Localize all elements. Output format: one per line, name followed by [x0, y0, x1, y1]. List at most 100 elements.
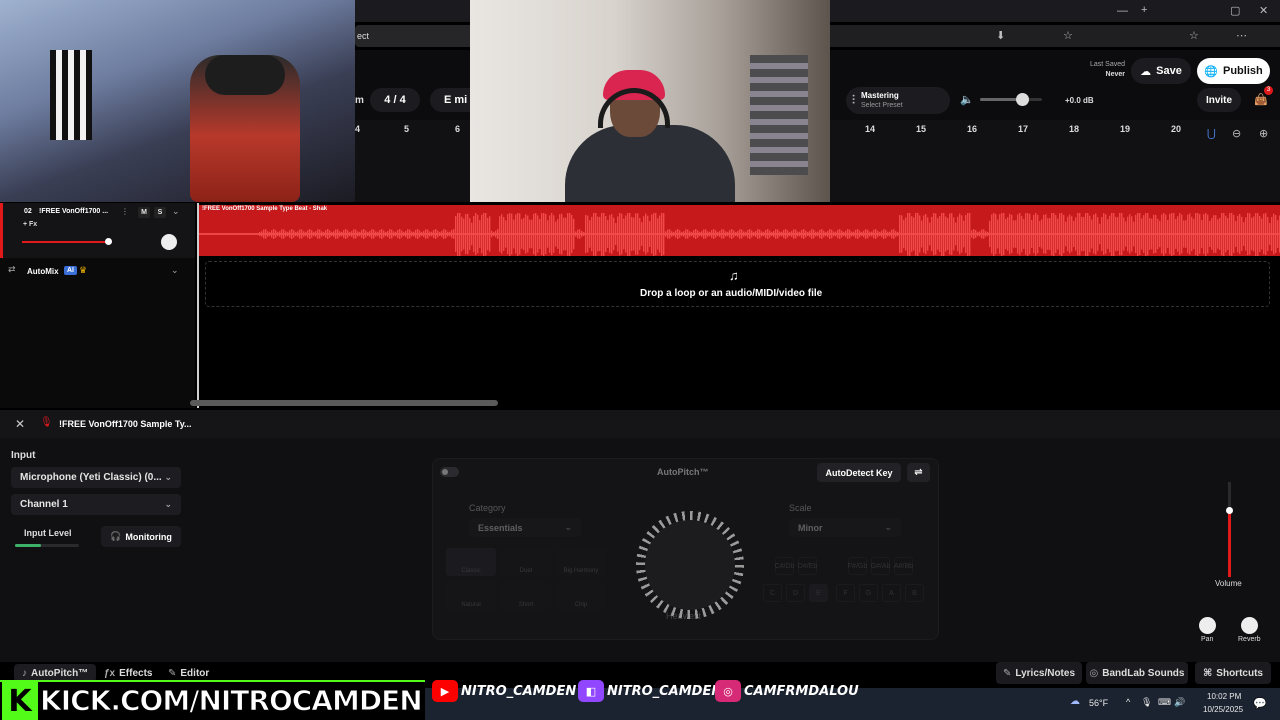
clock-time[interactable]: 10:02 PM — [1207, 692, 1241, 701]
chevron-down-icon: ⌄ — [564, 522, 572, 532]
autopitch-settings-icon[interactable]: ⇌ — [907, 463, 930, 482]
playhead[interactable] — [197, 203, 199, 408]
webcam-streamer-view — [470, 0, 830, 202]
browser-tab-strip-left — [355, 0, 470, 22]
key-a[interactable]: A — [882, 584, 901, 602]
key-c[interactable]: C — [763, 584, 782, 602]
save-button[interactable]: ☁ Save — [1131, 58, 1191, 84]
monitoring-button[interactable]: 🎧 Monitoring — [101, 526, 181, 547]
automix-chevron-icon[interactable]: ⌄ — [171, 265, 179, 276]
key-g[interactable]: G — [859, 584, 878, 602]
favorites-icon[interactable]: ☆ — [1189, 30, 1199, 42]
master-volume-thumb[interactable] — [1016, 93, 1029, 106]
pan-knob[interactable] — [1199, 617, 1216, 634]
style-natural[interactable]: Natural — [446, 582, 496, 610]
horizontal-scrollbar[interactable] — [190, 400, 498, 406]
network-icon[interactable]: ⌨ — [1158, 697, 1171, 708]
zoom-in-icon[interactable]: ⊕ — [1259, 128, 1268, 140]
download-icon[interactable]: ⬇ — [996, 30, 1005, 42]
autodetect-key-button[interactable]: AutoDetect Key — [817, 463, 901, 482]
key-c-sharp[interactable]: C#/Db — [775, 557, 794, 575]
style-duet[interactable]: Duet — [501, 548, 551, 576]
knob-center — [645, 520, 735, 610]
weather-cloud-icon: ☁ — [1070, 696, 1080, 707]
mastering-button[interactable]: ⫶ Mastering Select Preset — [846, 87, 950, 114]
solo-button[interactable]: S — [154, 207, 166, 218]
last-saved-label: Last Saved — [1089, 61, 1125, 68]
more-menu-icon[interactable]: ⋯ — [1236, 30, 1247, 42]
minimize-icon[interactable]: — — [1117, 5, 1128, 17]
notifications-icon[interactable]: 💬 — [1253, 697, 1267, 710]
style-classic[interactable]: Classic — [446, 548, 496, 576]
clock-date[interactable]: 10/25/2025 — [1203, 705, 1243, 714]
chevron-down-icon: ⌄ — [164, 472, 172, 482]
track-name[interactable]: !FREE VonOff1700 ... — [39, 208, 108, 215]
lyrics-notes-button[interactable]: ✎ Lyrics/Notes — [996, 662, 1082, 684]
volume-fader-thumb[interactable] — [1226, 507, 1233, 514]
autopitch-strength-knob[interactable] — [636, 511, 744, 619]
automix-label[interactable]: AutoMix — [27, 267, 59, 276]
input-level-label: Input Level — [24, 528, 72, 538]
new-tab-icon[interactable]: + — [1141, 4, 1147, 16]
youtube-handle-text: NITRO_CAMDEN — [461, 683, 577, 699]
input-label: Input — [11, 450, 36, 461]
scale-select[interactable]: Minor ⌄ — [789, 518, 901, 537]
track-menu-icon[interactable]: ⋮ — [121, 207, 129, 216]
bookmark-star-icon[interactable]: ☆ — [1063, 30, 1073, 42]
add-fx-button[interactable]: + Fx — [23, 221, 37, 228]
close-panel-icon[interactable]: ✕ — [15, 417, 25, 431]
track-pan-knob[interactable] — [161, 234, 177, 250]
reverb-label: Reverb — [1238, 636, 1261, 643]
reverb-knob[interactable] — [1241, 617, 1258, 634]
input-device-value: Microphone (Yeti Classic) (0... — [20, 472, 162, 483]
zoom-out-icon[interactable]: ⊖ — [1232, 128, 1241, 140]
panel-track-title: !FREE VonOff1700 Sample Ty... — [59, 419, 192, 429]
key-button[interactable]: E mi — [430, 88, 470, 112]
shopping-bag-icon[interactable]: 👜 — [1254, 94, 1268, 106]
instagram-icon: ◎ — [715, 680, 741, 702]
audio-clip[interactable]: !FREE VonOff1700 Sample Type Beat - Shak — [199, 205, 1280, 256]
volume-label: Volume — [1215, 579, 1242, 588]
scale-value: Minor — [798, 522, 823, 533]
key-f-sharp[interactable]: F#/Gb — [848, 557, 867, 575]
webcam-room-view — [0, 0, 355, 202]
shortcuts-button[interactable]: ⌘ Shortcuts — [1195, 662, 1271, 684]
chevron-down-icon: ⌄ — [884, 522, 892, 532]
key-d[interactable]: D — [786, 584, 805, 602]
time-signature-button[interactable]: 4 / 4 — [370, 88, 420, 112]
key-f[interactable]: F — [836, 584, 855, 602]
kick-url: KICK.COM/NITROCAMDEN — [40, 684, 424, 718]
category-select[interactable]: Essentials ⌄ — [469, 518, 581, 537]
close-window-icon[interactable]: ✕ — [1259, 5, 1268, 17]
weather-temperature[interactable]: 56°F — [1089, 698, 1108, 708]
style-short[interactable]: Short — [501, 582, 551, 610]
address-bar-left[interactable]: ect — [355, 25, 470, 47]
style-big-harmony[interactable]: Big Harmony — [556, 548, 606, 576]
microphone-tray-icon[interactable]: 🎙 — [1141, 697, 1152, 708]
volume-tray-icon[interactable]: 🔊 — [1174, 697, 1185, 708]
autopitch-tab-icon: ♪ — [22, 667, 27, 679]
key-g-sharp[interactable]: G#/Ab — [871, 557, 890, 575]
track-number: 02 — [24, 208, 32, 215]
publish-button[interactable]: 🌐 Publish — [1197, 58, 1270, 84]
track-header[interactable]: 02 !FREE VonOff1700 ... ⋮ M S ⌄ + Fx — [0, 203, 195, 258]
magnet-snap-icon[interactable]: ⋃ — [1207, 128, 1216, 140]
speaker-icon[interactable]: 🔈 — [960, 94, 974, 106]
input-device-select[interactable]: Microphone (Yeti Classic) (0... ⌄ — [11, 467, 181, 488]
key-b[interactable]: B — [905, 584, 924, 602]
track-collapse-chevron-icon[interactable]: ⌄ — [172, 206, 180, 217]
track-volume-thumb[interactable] — [105, 238, 112, 245]
maximize-icon[interactable]: ▢ — [1230, 5, 1240, 17]
publish-label: Publish — [1222, 65, 1263, 77]
key-a-sharp[interactable]: A#/Bb — [894, 557, 913, 575]
mute-button[interactable]: M — [138, 207, 150, 218]
invite-button[interactable]: Invite — [1197, 88, 1241, 112]
track-volume-slider[interactable] — [22, 241, 110, 243]
style-chip[interactable]: Chip — [556, 582, 606, 610]
cloud-upload-icon: ☁ — [1140, 65, 1152, 78]
key-e[interactable]: E — [809, 584, 828, 602]
bandlab-sounds-button[interactable]: ◎ BandLab Sounds — [1086, 662, 1188, 684]
key-d-sharp[interactable]: D#/Eb — [798, 557, 817, 575]
tray-chevron-icon[interactable]: ^ — [1126, 697, 1130, 707]
channel-select[interactable]: Channel 1 ⌄ — [11, 494, 181, 515]
